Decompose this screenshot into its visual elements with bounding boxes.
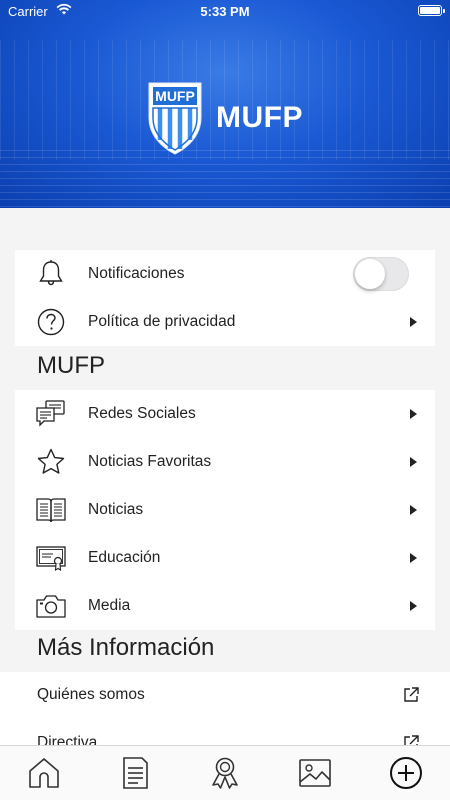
- stadium-stands: [0, 150, 450, 208]
- notifications-row: Notificaciones: [15, 250, 435, 298]
- menu-item-label: Educación: [88, 549, 161, 566]
- image-icon[interactable]: [298, 756, 332, 790]
- book-icon: [36, 498, 66, 523]
- star-icon: [37, 448, 65, 474]
- clock: 5:33 PM: [200, 4, 250, 19]
- info-item-directiva[interactable]: Directiva: [0, 720, 450, 746]
- settings-content: Notificaciones Política de privacidad MU…: [0, 208, 450, 746]
- notifications-label: Notificaciones: [88, 265, 185, 282]
- document-icon[interactable]: [118, 756, 152, 790]
- award-icon[interactable]: [208, 756, 242, 790]
- chevron-right-icon: [410, 505, 417, 515]
- info-item-quienes-somos[interactable]: Quiénes somos: [0, 672, 450, 720]
- tab-bar: [0, 745, 450, 800]
- mufp-shield-logo: MUFP: [148, 82, 202, 155]
- camera-icon: [36, 595, 66, 618]
- privacy-label: Política de privacidad: [88, 313, 236, 330]
- app-title: MUFP: [216, 101, 303, 134]
- chevron-right-icon: [410, 409, 417, 419]
- chevron-right-icon: [410, 601, 417, 611]
- chat-icon: [36, 400, 65, 427]
- menu-item-noticias-favoritas[interactable]: Noticias Favoritas: [15, 438, 435, 486]
- header-banner: Carrier 5:33 PM MUFP MUFP: [0, 0, 450, 208]
- mufp-card: Redes Sociales Noticias Favoritas Notici…: [15, 390, 435, 630]
- toggle-knob: [355, 259, 385, 289]
- info-item-label: Quiénes somos: [37, 686, 145, 703]
- notifications-toggle[interactable]: [353, 257, 409, 291]
- section-title-mufp: MUFP: [37, 352, 105, 379]
- menu-item-label: Noticias Favoritas: [88, 453, 212, 470]
- menu-item-redes-sociales[interactable]: Redes Sociales: [15, 390, 435, 438]
- question-icon: [37, 308, 65, 336]
- menu-item-label: Redes Sociales: [88, 405, 196, 422]
- menu-item-educacion[interactable]: Educación: [15, 534, 435, 582]
- settings-card: Notificaciones Política de privacidad: [15, 250, 435, 346]
- menu-item-noticias[interactable]: Noticias: [15, 486, 435, 534]
- section-title-more-info: Más Información: [37, 634, 215, 661]
- menu-item-media[interactable]: Media: [15, 582, 435, 630]
- chevron-right-icon: [410, 553, 417, 563]
- status-bar: Carrier 5:33 PM: [0, 0, 450, 24]
- logo-text: MUFP: [155, 88, 195, 104]
- certificate-icon: [36, 546, 66, 572]
- external-link-icon: [404, 687, 419, 702]
- menu-item-label: Media: [88, 597, 131, 614]
- privacy-policy-row[interactable]: Política de privacidad: [15, 298, 435, 346]
- chevron-right-icon: [410, 457, 417, 467]
- battery-icon: [418, 5, 445, 16]
- menu-item-label: Noticias: [88, 501, 144, 518]
- home-icon[interactable]: [27, 756, 61, 790]
- brand: MUFP MUFP: [146, 80, 303, 156]
- bell-icon: [39, 260, 63, 286]
- chevron-right-icon: [410, 317, 417, 327]
- plus-circle-icon[interactable]: [389, 756, 423, 790]
